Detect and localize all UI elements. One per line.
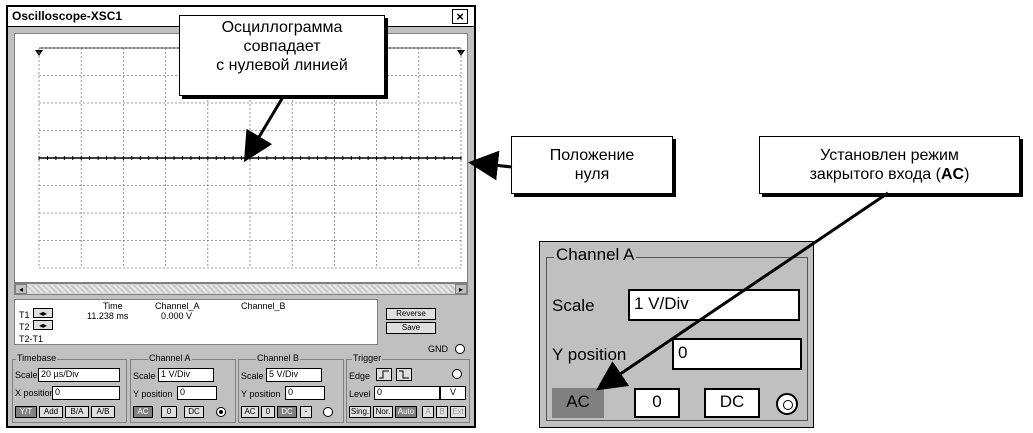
arrow-ac-callout — [596, 191, 889, 391]
arrow-top-callout — [243, 96, 285, 163]
arrow-zero-callout — [468, 150, 513, 181]
callout-arrows — [243, 96, 889, 391]
